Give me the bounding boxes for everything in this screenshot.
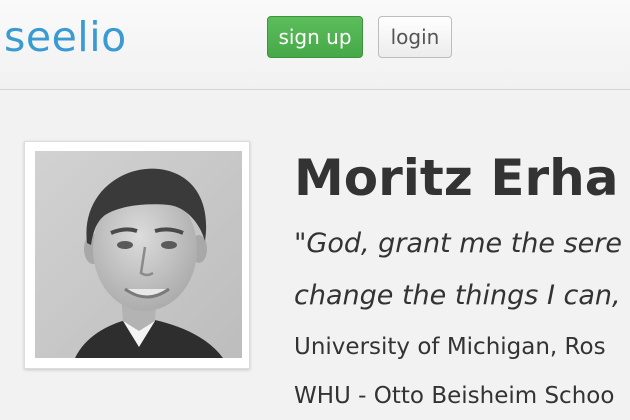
profile-quote-line-2: change the things I can, [294, 280, 621, 311]
seelio-logo[interactable]: seelio [4, 11, 127, 63]
profile-photo-frame [24, 141, 250, 369]
login-button[interactable]: login [378, 16, 452, 58]
profile-portrait-image [35, 151, 242, 358]
profile-name: Moritz Erha [294, 149, 619, 207]
profile-quote-line-1: "God, grant me the sere [294, 228, 623, 259]
education-item: WHU - Otto Beisheim Schoo [294, 383, 615, 409]
top-navigation-bar: seelio sign up login [0, 0, 630, 90]
profile-photo [35, 151, 242, 358]
education-item: University of Michigan, Ros [294, 334, 606, 360]
sign-up-button[interactable]: sign up [267, 16, 363, 58]
